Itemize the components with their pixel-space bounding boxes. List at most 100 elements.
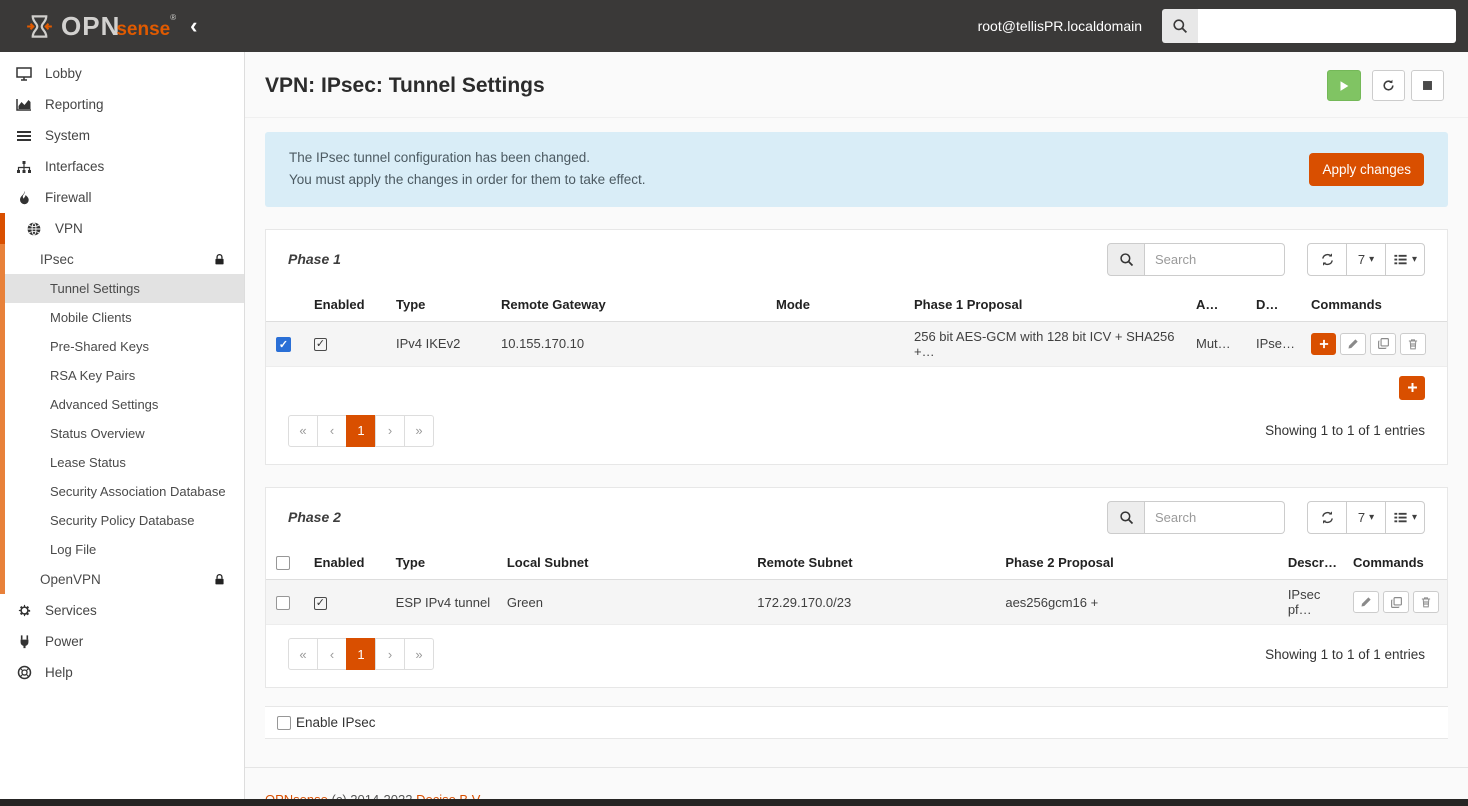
sidebar-item-tunnel-settings[interactable]: Tunnel Settings — [5, 274, 244, 303]
logged-in-user: root@tellisPR.localdomain — [977, 18, 1142, 34]
sidebar-item-openvpn[interactable]: OpenVPN — [5, 564, 244, 594]
phase1-showing-entries: Showing 1 to 1 of 1 entries — [1265, 423, 1425, 439]
phase1-refresh-button[interactable] — [1307, 242, 1347, 276]
enable-ipsec-checkbox[interactable] — [277, 715, 291, 730]
sidebar-item-services[interactable]: Services — [0, 595, 244, 626]
pagination-first-button[interactable]: « — [288, 638, 318, 671]
sidebar-item-lobby[interactable]: Lobby — [0, 58, 244, 89]
gear-icon — [15, 603, 33, 618]
phase1-row-proposal: 256 bit AES-GCM with 128 bit ICV + SHA25… — [906, 321, 1188, 367]
phase1-title: Phase 1 — [288, 251, 341, 268]
sidebar-item-help[interactable]: Help — [0, 657, 244, 688]
phase1-table-row: ✓ ✓ IPv4 IKEv2 10.155.170.10 256 bit AES… — [266, 321, 1447, 367]
pagination-last-button[interactable]: » — [404, 638, 434, 671]
sidebar-item-lease-status[interactable]: Lease Status — [5, 448, 244, 477]
sidebar-item-label: Help — [45, 665, 73, 680]
sidebar-item-label: Log File — [50, 542, 97, 557]
sidebar-item-log-file[interactable]: Log File — [5, 535, 244, 564]
phase1-columns-dropdown[interactable]: ▾ — [1385, 242, 1425, 276]
sidebar-item-firewall[interactable]: Firewall — [0, 182, 244, 213]
pagination-page-1-button[interactable]: 1 — [346, 414, 376, 447]
area-chart-icon — [15, 97, 33, 113]
phase1-col-enabled[interactable]: Enabled — [306, 287, 388, 322]
sidebar-item-security-association-database[interactable]: Security Association Database — [5, 477, 244, 506]
phase2-col-proposal[interactable]: Phase 2 Proposal — [997, 545, 1280, 581]
sidebar-item-rsa-key-pairs[interactable]: RSA Key Pairs — [5, 361, 244, 390]
sidebar-item-system[interactable]: System — [0, 120, 244, 151]
row-select-checkbox[interactable]: ✓ — [276, 336, 291, 352]
pagination-first-button[interactable]: « — [288, 414, 318, 447]
sidebar-item-mobile-clients[interactable]: Mobile Clients — [5, 303, 244, 332]
sidebar-item-status-overview[interactable]: Status Overview — [5, 419, 244, 448]
restart-service-button[interactable] — [1372, 70, 1405, 101]
clone-button[interactable] — [1370, 332, 1397, 355]
pagination-next-button[interactable]: › — [375, 638, 405, 671]
pagination-prev-button[interactable]: ‹ — [317, 414, 347, 447]
deciso-footer-link[interactable]: Deciso B.V. — [416, 792, 483, 799]
phase1-col-auth[interactable]: A… — [1188, 287, 1248, 322]
pencil-icon — [1360, 596, 1372, 608]
sidebar-item-label: Lobby — [45, 66, 82, 81]
sidebar-item-pre-shared-keys[interactable]: Pre-Shared Keys — [5, 332, 244, 361]
sidebar-item-reporting[interactable]: Reporting — [0, 89, 244, 120]
apply-changes-button[interactable]: Apply changes — [1309, 152, 1424, 186]
phase1-pagination: « ‹ 1 › » — [288, 414, 434, 447]
pagination-next-button[interactable]: › — [375, 414, 405, 447]
global-search-input[interactable] — [1198, 9, 1456, 43]
phase1-col-type[interactable]: Type — [388, 287, 493, 322]
delete-button[interactable] — [1400, 332, 1427, 355]
phase2-col-local-subnet[interactable]: Local Subnet — [498, 545, 750, 581]
sidebar-collapse-chevron-icon[interactable]: ‹ — [190, 15, 197, 37]
phase2-page-size-dropdown[interactable]: 7 ▾ — [1346, 500, 1386, 534]
alert-message-line2: You must apply the changes in order for … — [289, 172, 646, 188]
delete-button[interactable] — [1413, 591, 1439, 614]
pagination-last-button[interactable]: » — [404, 414, 434, 447]
columns-icon — [1393, 510, 1408, 525]
phase1-col-commands: Commands — [1303, 287, 1447, 322]
clone-button[interactable] — [1383, 591, 1409, 614]
phase1-col-mode[interactable]: Mode — [768, 287, 906, 322]
sidebar-item-label: VPN — [55, 221, 83, 236]
page-size-value: 7 — [1357, 509, 1366, 525]
sidebar-item-label: OpenVPN — [40, 571, 101, 587]
add-phase1-button[interactable] — [1399, 375, 1425, 400]
phase2-columns-dropdown[interactable]: ▾ — [1385, 500, 1425, 534]
add-phase2-button[interactable] — [1311, 332, 1337, 355]
brand-sense: sense — [116, 19, 171, 40]
footer-copyright: (c) 2014-2022 — [332, 792, 413, 799]
phase2-col-description[interactable]: Descr… — [1279, 545, 1345, 581]
phase2-col-enabled[interactable]: Enabled — [305, 545, 388, 581]
pagination-prev-button[interactable]: ‹ — [317, 638, 347, 671]
phase2-refresh-button[interactable] — [1307, 500, 1347, 534]
phase2-col-type[interactable]: Type — [387, 545, 499, 581]
start-service-button[interactable] — [1327, 70, 1361, 101]
sidebar-item-ipsec[interactable]: IPsec — [5, 244, 244, 274]
edit-button[interactable] — [1340, 332, 1367, 355]
phase1-search-input[interactable] — [1145, 242, 1285, 276]
sidebar-item-power[interactable]: Power — [0, 626, 244, 657]
phase1-col-proposal[interactable]: Phase 1 Proposal — [906, 287, 1188, 322]
phase1-col-remote-gateway[interactable]: Remote Gateway — [493, 287, 768, 322]
phase1-page-size-dropdown[interactable]: 7 ▾ — [1346, 242, 1386, 276]
enabled-check-glyph: ✓ — [314, 338, 327, 352]
sidebar-item-label: Status Overview — [50, 426, 145, 441]
brand-text: OPNsense® — [61, 13, 176, 39]
sidebar-item-advanced-settings[interactable]: Advanced Settings — [5, 390, 244, 419]
sidebar-item-interfaces[interactable]: Interfaces — [0, 151, 244, 182]
sidebar-item-security-policy-database[interactable]: Security Policy Database — [5, 506, 244, 535]
phase2-showing-entries: Showing 1 to 1 of 1 entries — [1265, 646, 1425, 662]
sidebar-item-vpn[interactable]: VPN — [15, 213, 244, 244]
opnsense-hourglass-icon — [26, 13, 53, 40]
trash-icon — [1420, 596, 1432, 608]
select-all-checkbox[interactable] — [276, 556, 290, 571]
row-select-checkbox[interactable] — [276, 595, 290, 610]
stop-service-button[interactable] — [1411, 70, 1444, 101]
pagination-page-1-button[interactable]: 1 — [346, 638, 376, 671]
opnsense-footer-link[interactable]: OPNsense — [265, 792, 328, 799]
opnsense-logo[interactable]: OPNsense® ‹ — [0, 13, 200, 40]
phase2-col-remote-subnet[interactable]: Remote Subnet — [749, 545, 998, 581]
phase2-search-input[interactable] — [1145, 500, 1285, 534]
edit-button[interactable] — [1353, 591, 1379, 614]
sidebar-item-label: Advanced Settings — [50, 397, 159, 412]
phase1-col-description[interactable]: D… — [1248, 287, 1304, 322]
